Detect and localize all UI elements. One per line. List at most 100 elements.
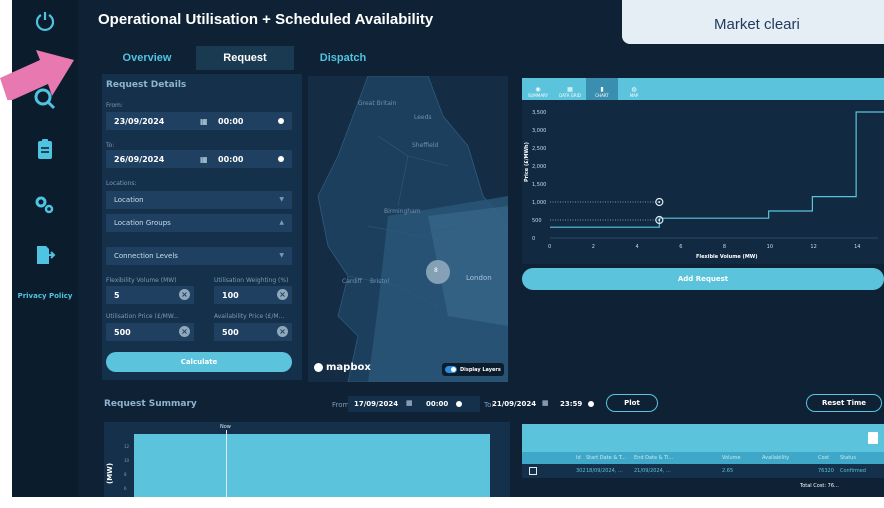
y-tick: 8 [124, 472, 127, 477]
tab-chart-label: CHART [595, 93, 609, 98]
y-tick-label: 2,500 [532, 146, 546, 152]
table-toolbar [522, 424, 884, 452]
location-groups-select[interactable]: Location Groups ▲ [106, 214, 292, 232]
requests-table: Id Start Date & T... End Date & Ti... Vo… [522, 424, 884, 497]
avail-price-input[interactable]: 500 × [214, 323, 292, 341]
reset-time-button[interactable]: Reset Time [806, 394, 882, 412]
y-tick: 12 [124, 444, 130, 449]
clipboard-icon[interactable] [30, 134, 60, 164]
map-label: Bristol [370, 278, 390, 285]
column-header[interactable]: Volume [722, 455, 741, 461]
y-tick-label: 3,500 [532, 110, 546, 116]
column-header[interactable]: End Date & Ti... [634, 455, 673, 461]
display-layers-toggle[interactable]: Display Layers [442, 363, 504, 376]
tab-dispatch[interactable]: Dispatch [294, 46, 392, 70]
clear-icon[interactable]: × [277, 289, 288, 300]
supply-curve-line [550, 111, 884, 228]
x-axis-label: Flexible Volume (MW) [696, 254, 758, 260]
flex-volume-input[interactable]: 5 × [106, 286, 194, 304]
y-tick: 6 [124, 486, 127, 491]
price-volume-chart: 0 500 1,000 1,500 2,000 2,500 3,000 3,500 0 2 4 6 8 1… [524, 110, 884, 260]
app-screen: Privacy Policy Operational Utilisation +… [12, 0, 884, 497]
map-label: Great Britain [358, 100, 397, 107]
x-tick-label: 4 [635, 244, 638, 250]
calendar-icon[interactable]: ▦ [200, 117, 208, 126]
util-weighting-label: Utilisation Weighting (%) [214, 277, 289, 284]
summary-from-field[interactable]: 17/09/2024 ▦ 00:00 [348, 396, 480, 412]
privacy-policy-link[interactable]: Privacy Policy [16, 292, 74, 300]
util-price-input[interactable]: 500 × [106, 323, 194, 341]
cell-start: 18/09/2024, ... [586, 468, 623, 474]
tab-data-grid[interactable]: ▦ DATA GRID [554, 78, 586, 100]
calendar-icon[interactable]: ▦ [200, 155, 208, 164]
clock-icon[interactable] [278, 118, 284, 124]
from-datetime-field[interactable]: 23/09/2024 ▦ 00:00 [106, 112, 292, 130]
settings-gears-icon[interactable] [30, 190, 60, 220]
tab-overview[interactable]: Overview [98, 46, 196, 70]
chevron-down-icon: ▲ [279, 219, 284, 226]
y-tick-label: 1,500 [532, 182, 546, 188]
map-label: Sheffield [412, 142, 439, 149]
table-row[interactable]: 302 18/09/2024, ... 21/09/2024, ... 2.65… [522, 464, 884, 478]
map-view[interactable]: Great Britain Leeds Sheffield Birmingham… [308, 76, 508, 382]
power-icon[interactable] [30, 6, 60, 36]
clock-icon[interactable] [456, 401, 462, 407]
to-time-value: 00:00 [218, 154, 244, 164]
mapbox-icon [314, 363, 323, 372]
summary-to-field[interactable]: 21/09/2024 ▦ 23:59 [492, 396, 608, 412]
tab-chart[interactable]: ▮ CHART [586, 78, 618, 100]
connection-levels-select[interactable]: Connection Levels ▼ [106, 247, 292, 265]
clock-icon[interactable] [588, 401, 594, 407]
tab-request[interactable]: Request [196, 46, 294, 70]
column-header[interactable]: Start Date & T... [586, 455, 626, 461]
row-checkbox[interactable] [529, 467, 537, 475]
now-line [226, 430, 227, 497]
map-label: Cardiff [342, 278, 362, 285]
summary-chart-area[interactable] [134, 434, 490, 497]
chart-view-tabs: ◉ SUMMARY ▦ DATA GRID ▮ CHART ◍ MAP [522, 78, 884, 100]
mapbox-logo: mapbox [314, 362, 371, 373]
map-label: Leeds [414, 114, 432, 121]
toggle-switch[interactable] [445, 366, 457, 373]
column-header[interactable]: Id [576, 455, 581, 461]
clear-icon[interactable]: × [179, 326, 190, 337]
location-select-value: Location [114, 196, 144, 204]
export-icon[interactable] [30, 240, 60, 270]
calendar-icon[interactable]: ▦ [542, 399, 549, 407]
pointer-arrow-icon [0, 50, 74, 100]
location-select[interactable]: Location ▼ [106, 191, 292, 209]
from-time-value: 00:00 [218, 116, 244, 126]
y-tick-label: 1,000 [532, 200, 546, 206]
to-label: To: [106, 142, 115, 149]
location-groups-value: Location Groups [114, 219, 171, 227]
export-file-icon[interactable] [868, 432, 878, 444]
tab-summary[interactable]: ◉ SUMMARY [522, 78, 554, 100]
clear-icon[interactable]: × [277, 326, 288, 337]
map-canvas [308, 76, 508, 382]
column-header[interactable]: Cost [818, 455, 829, 461]
plot-button[interactable]: Plot [606, 394, 658, 412]
calendar-icon[interactable]: ▦ [406, 399, 413, 407]
column-header[interactable]: Availability [762, 455, 789, 461]
avail-price-label: Availability Price (£/M... [214, 313, 285, 320]
util-weighting-input[interactable]: 100 × [214, 286, 292, 304]
grid-icon: ▦ [567, 86, 573, 93]
clock-icon[interactable] [278, 156, 284, 162]
x-tick-label: 10 [767, 244, 773, 250]
cell-volume: 2.65 [722, 468, 734, 474]
util-weighting-value: 100 [222, 290, 239, 300]
calculate-button[interactable]: Calculate [106, 352, 292, 372]
to-datetime-field[interactable]: 26/09/2024 ▦ 00:00 [106, 150, 292, 168]
chevron-down-icon: ▼ [279, 196, 284, 203]
x-tick-label: 12 [810, 244, 816, 250]
tab-data-grid-label: DATA GRID [559, 93, 581, 98]
globe-icon: ◍ [631, 86, 637, 93]
summary-to-time: 23:59 [560, 400, 583, 408]
map-cluster-marker[interactable]: 8 [434, 267, 438, 274]
clear-icon[interactable]: × [179, 289, 190, 300]
add-request-button[interactable]: Add Request [522, 268, 884, 290]
column-header[interactable]: Status [840, 455, 856, 461]
request-details-panel: Request Details From: 23/09/2024 ▦ 00:00… [102, 74, 302, 380]
tab-map[interactable]: ◍ MAP [618, 78, 650, 100]
tab-bar: Overview Request Dispatch [98, 46, 392, 70]
